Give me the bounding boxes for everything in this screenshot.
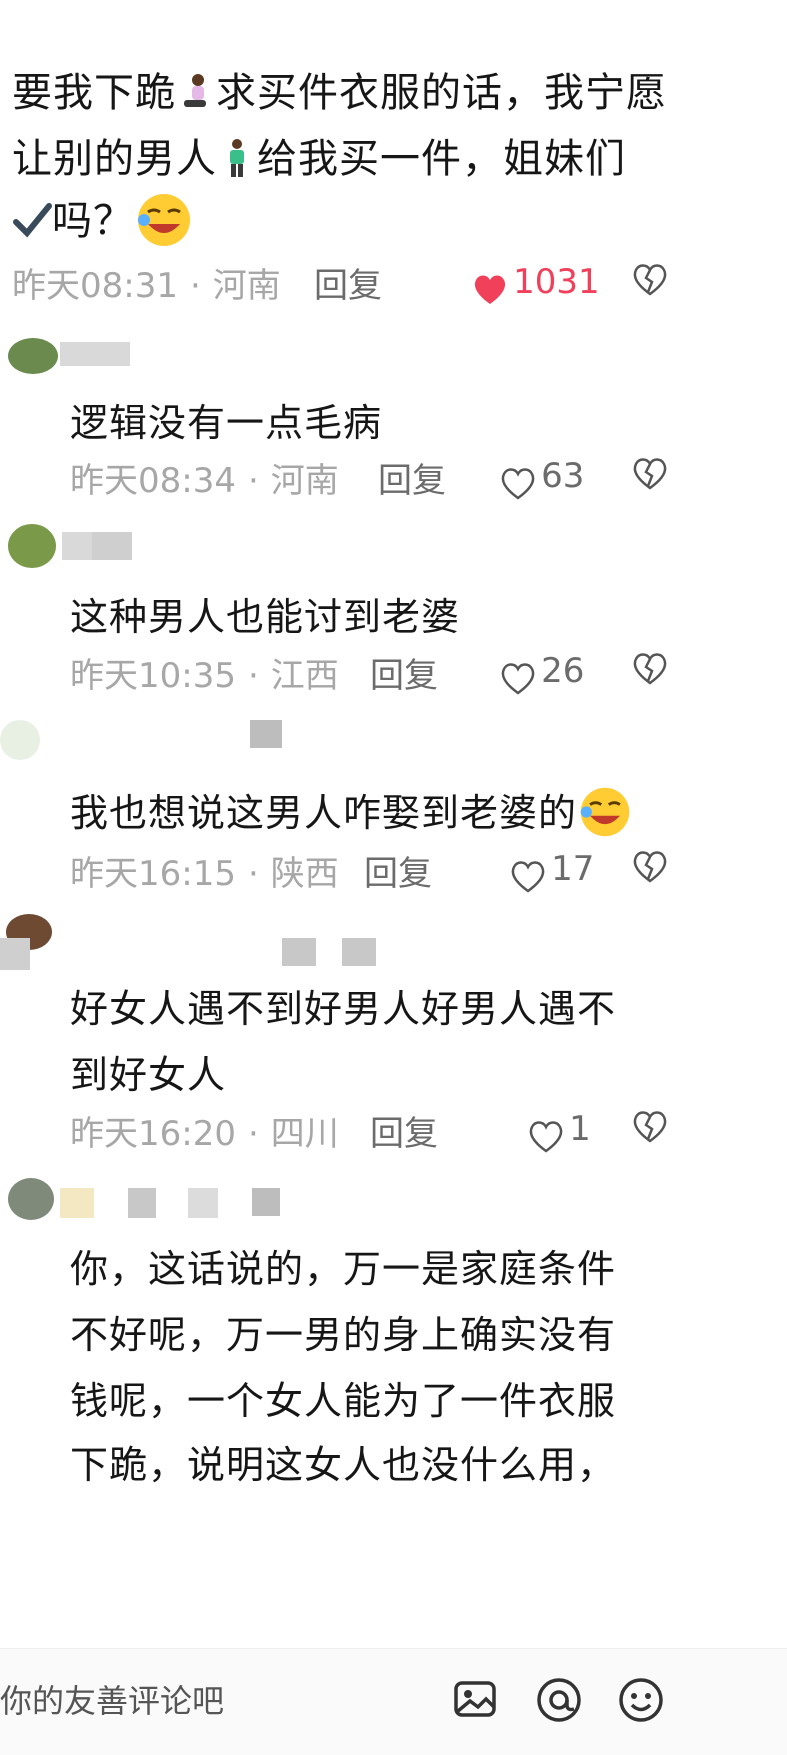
like-count: 26 — [541, 651, 585, 691]
username-redacted — [128, 1188, 156, 1218]
like-count: 1031 — [513, 262, 600, 302]
like-count: 17 — [551, 849, 595, 889]
broken-heart-icon — [633, 653, 667, 685]
reply-text: 这种男人也能讨到老婆 — [70, 595, 461, 639]
timestamp: 昨天08:34 — [70, 461, 236, 501]
standing-man-emoji-icon — [217, 138, 257, 178]
broken-heart-icon — [633, 458, 667, 490]
location: 河南 — [270, 461, 339, 501]
laughing-crying-emoji-icon — [134, 190, 194, 250]
username-redacted — [60, 1188, 94, 1218]
heart-icon — [501, 662, 535, 695]
avatar[interactable] — [8, 338, 58, 374]
comment-meta: 昨天08:31 · 河南 — [12, 266, 281, 306]
location: 河南 — [212, 266, 281, 306]
comment-meta: 昨天16:15 · 陕西 — [70, 854, 339, 894]
like-count: 63 — [541, 456, 585, 496]
avatar[interactable] — [0, 720, 40, 760]
reply-button[interactable]: 回复 — [364, 846, 432, 895]
comment-meta: 昨天16:20 · 四川 — [70, 1114, 339, 1154]
reply-text: 不好呢，万一男的身上确实没有 — [70, 1313, 617, 1357]
location: 四川 — [270, 1114, 339, 1154]
like-button[interactable]: 1 — [528, 1109, 591, 1153]
reply-button[interactable]: 回复 — [370, 648, 438, 697]
check-mark-icon — [12, 200, 52, 240]
heart-filled-icon — [474, 275, 506, 304]
like-button[interactable]: 26 — [500, 651, 584, 695]
broken-heart-icon — [633, 264, 667, 296]
comment-input-bar: 你的友善评论吧 — [0, 1648, 787, 1755]
username-redacted — [342, 938, 376, 966]
dislike-button[interactable] — [632, 262, 668, 300]
reply-text: 好女人遇不到好男人好男人遇不 — [70, 987, 617, 1031]
timestamp: 昨天16:20 — [70, 1114, 236, 1154]
reply-text: 钱呢，一个女人能为了一件衣服 — [70, 1379, 617, 1423]
timestamp: 昨天08:31 — [12, 266, 178, 306]
mention-icon[interactable] — [532, 1673, 586, 1727]
like-button[interactable]: 17 — [510, 849, 594, 893]
username-redacted — [92, 532, 132, 560]
username-redacted — [252, 1188, 280, 1216]
username-redacted — [60, 342, 130, 366]
comment-input[interactable]: 你的友善评论吧 — [0, 1665, 500, 1737]
reply-text: 逻辑没有一点毛病 — [70, 401, 383, 445]
comment-line: 要我下跪 求买件衣服的话，我宁愿 — [12, 70, 667, 116]
like-count: 1 — [569, 1109, 591, 1149]
comment-meta: 昨天10:35 · 江西 — [70, 656, 339, 696]
kneeling-woman-emoji-icon — [176, 72, 216, 112]
heart-icon — [529, 1120, 563, 1153]
timestamp: 昨天16:15 — [70, 854, 236, 894]
dislike-button[interactable] — [632, 849, 668, 887]
dislike-button[interactable] — [632, 651, 668, 689]
username-redacted — [250, 720, 282, 748]
timestamp: 昨天10:35 — [70, 656, 236, 696]
dislike-button[interactable] — [632, 456, 668, 494]
like-button[interactable]: 63 — [500, 456, 584, 500]
location: 江西 — [270, 656, 339, 696]
comment-line: 吗？ — [12, 188, 194, 250]
image-icon[interactable] — [448, 1673, 502, 1727]
comment-line: 让别的男人 给我买一件，姐妹们 — [12, 136, 626, 182]
reply-text: 我也想说这男人咋娶到老婆的 — [70, 782, 633, 840]
broken-heart-icon — [633, 1111, 667, 1143]
heart-icon — [511, 860, 545, 893]
reply-button[interactable]: 回复 — [370, 1106, 438, 1155]
reply-text: 你，这话说的，万一是家庭条件 — [70, 1247, 617, 1291]
emoji-icon[interactable] — [614, 1673, 668, 1727]
reply-text: 下跪，说明这女人也没什么用， — [70, 1443, 617, 1487]
reply-button[interactable]: 回复 — [314, 258, 382, 307]
username-redacted — [282, 938, 316, 966]
avatar[interactable] — [8, 1178, 54, 1220]
reply-text: 到好女人 — [70, 1053, 227, 1097]
dislike-button[interactable] — [632, 1109, 668, 1147]
like-button[interactable]: 1031 — [472, 262, 600, 306]
location: 陕西 — [270, 854, 339, 894]
username-redacted — [188, 1188, 218, 1218]
laughing-crying-emoji-icon — [577, 784, 633, 840]
avatar[interactable] — [8, 524, 56, 568]
reply-button[interactable]: 回复 — [378, 453, 446, 502]
username-redacted — [0, 938, 30, 970]
broken-heart-icon — [633, 851, 667, 883]
comment-meta: 昨天08:34 · 河南 — [70, 461, 339, 501]
heart-icon — [501, 467, 535, 500]
